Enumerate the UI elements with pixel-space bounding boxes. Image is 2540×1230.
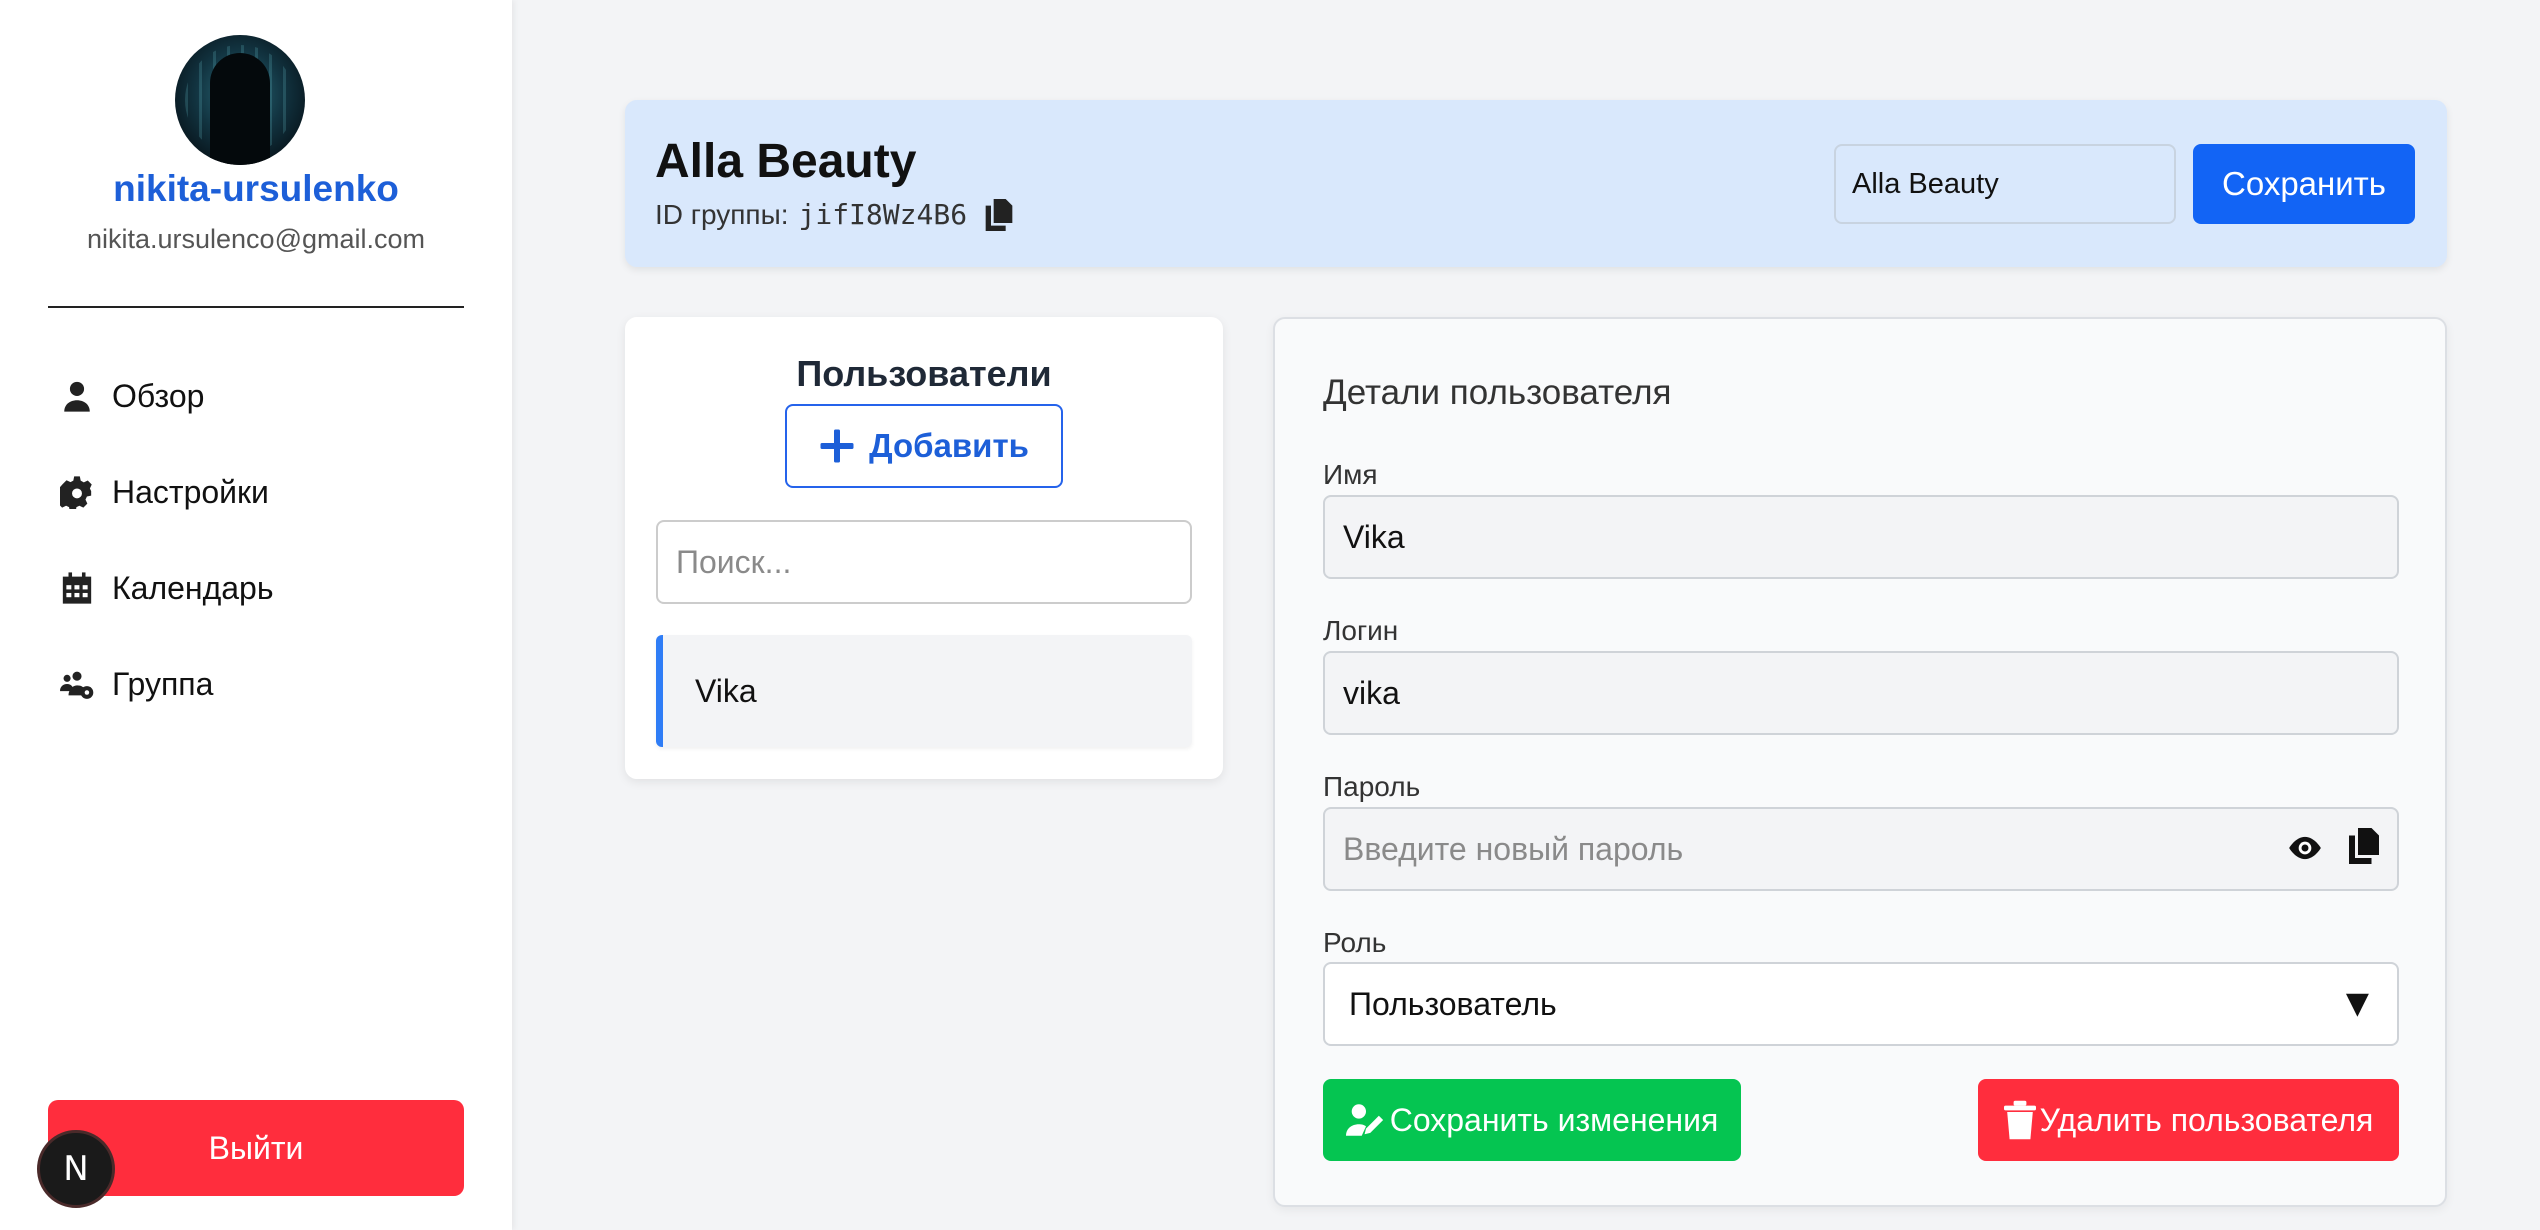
add-user-button[interactable]: Добавить — [785, 404, 1063, 488]
sidebar-item-settings[interactable]: Настройки — [60, 466, 480, 518]
sidebar-email: nikita.ursulenco@gmail.com — [86, 224, 426, 254]
sidebar-username: nikita-ursulenko — [113, 168, 399, 209]
add-user-label: Добавить — [869, 427, 1029, 464]
copy-icon[interactable] — [985, 198, 1013, 231]
trash-icon — [2003, 1100, 2036, 1140]
user-icon — [64, 381, 90, 412]
group-id-label: ID группы: — [655, 198, 789, 230]
plus-icon — [820, 429, 854, 463]
name-field[interactable] — [1323, 495, 2399, 579]
eye-icon[interactable] — [2286, 829, 2324, 867]
sidebar-item-overview[interactable]: Обзор — [60, 370, 480, 422]
delete-user-button[interactable]: Удалить пользователя — [1978, 1079, 2399, 1161]
login-field[interactable] — [1323, 651, 2399, 735]
details-title: Детали пользователя — [1323, 373, 1672, 412]
group-header: Alla Beauty ID группы: jifI8Wz4B6 Сохран… — [625, 100, 2447, 267]
sidebar-item-group[interactable]: Группа — [60, 658, 480, 710]
role-select[interactable]: Пользователь ▼ — [1323, 962, 2399, 1046]
sidebar-item-label: Календарь — [112, 569, 274, 606]
role-label: Роль — [1323, 927, 1387, 958]
avatar — [175, 35, 305, 165]
sidebar-item-label: Обзор — [112, 377, 205, 414]
list-item[interactable]: Vika — [656, 635, 1192, 747]
copy-icon[interactable] — [2349, 828, 2379, 864]
sidebar-item-label: Настройки — [112, 473, 269, 510]
user-edit-icon — [1345, 1104, 1383, 1136]
delete-user-label: Удалить пользователя — [2039, 1101, 2374, 1138]
login-label: Логин — [1323, 615, 1399, 646]
password-field[interactable] — [1323, 807, 2399, 891]
group-name-input[interactable] — [1834, 144, 2176, 224]
group-id-value: jifI8Wz4B6 — [798, 198, 968, 231]
sidebar-nav: Обзор Настройки Календарь Группа — [60, 370, 480, 754]
sidebar: nikita-ursulenko nikita.ursulenco@gmail.… — [0, 0, 512, 1230]
sidebar-item-label: Группа — [112, 665, 214, 702]
group-id-row: ID группы: jifI8Wz4B6 — [655, 198, 1013, 231]
save-changes-button[interactable]: Сохранить изменения — [1323, 1079, 1741, 1161]
save-group-button[interactable]: Сохранить — [2193, 144, 2415, 224]
name-label: Имя — [1323, 459, 1378, 490]
calendar-icon — [62, 572, 92, 604]
users-gear-icon — [60, 671, 94, 699]
gear-icon — [60, 476, 92, 509]
user-details-panel: Детали пользователя Имя Логин Пароль Рол… — [1273, 317, 2447, 1207]
sidebar-item-calendar[interactable]: Календарь — [60, 562, 480, 614]
group-title: Alla Beauty — [655, 135, 917, 188]
user-name: Vika — [695, 672, 757, 709]
users-panel-title: Пользователи — [796, 353, 1052, 394]
nextjs-dev-badge[interactable]: N — [37, 1130, 115, 1208]
password-label: Пароль — [1323, 771, 1421, 802]
users-panel: Пользователи Добавить Vika — [625, 317, 1223, 779]
sidebar-divider — [48, 306, 464, 308]
role-value: Пользователь — [1349, 985, 1557, 1022]
search-input[interactable] — [656, 520, 1192, 604]
save-changes-label: Сохранить изменения — [1389, 1101, 1719, 1138]
chevron-down-icon: ▼ — [2345, 986, 2369, 1021]
